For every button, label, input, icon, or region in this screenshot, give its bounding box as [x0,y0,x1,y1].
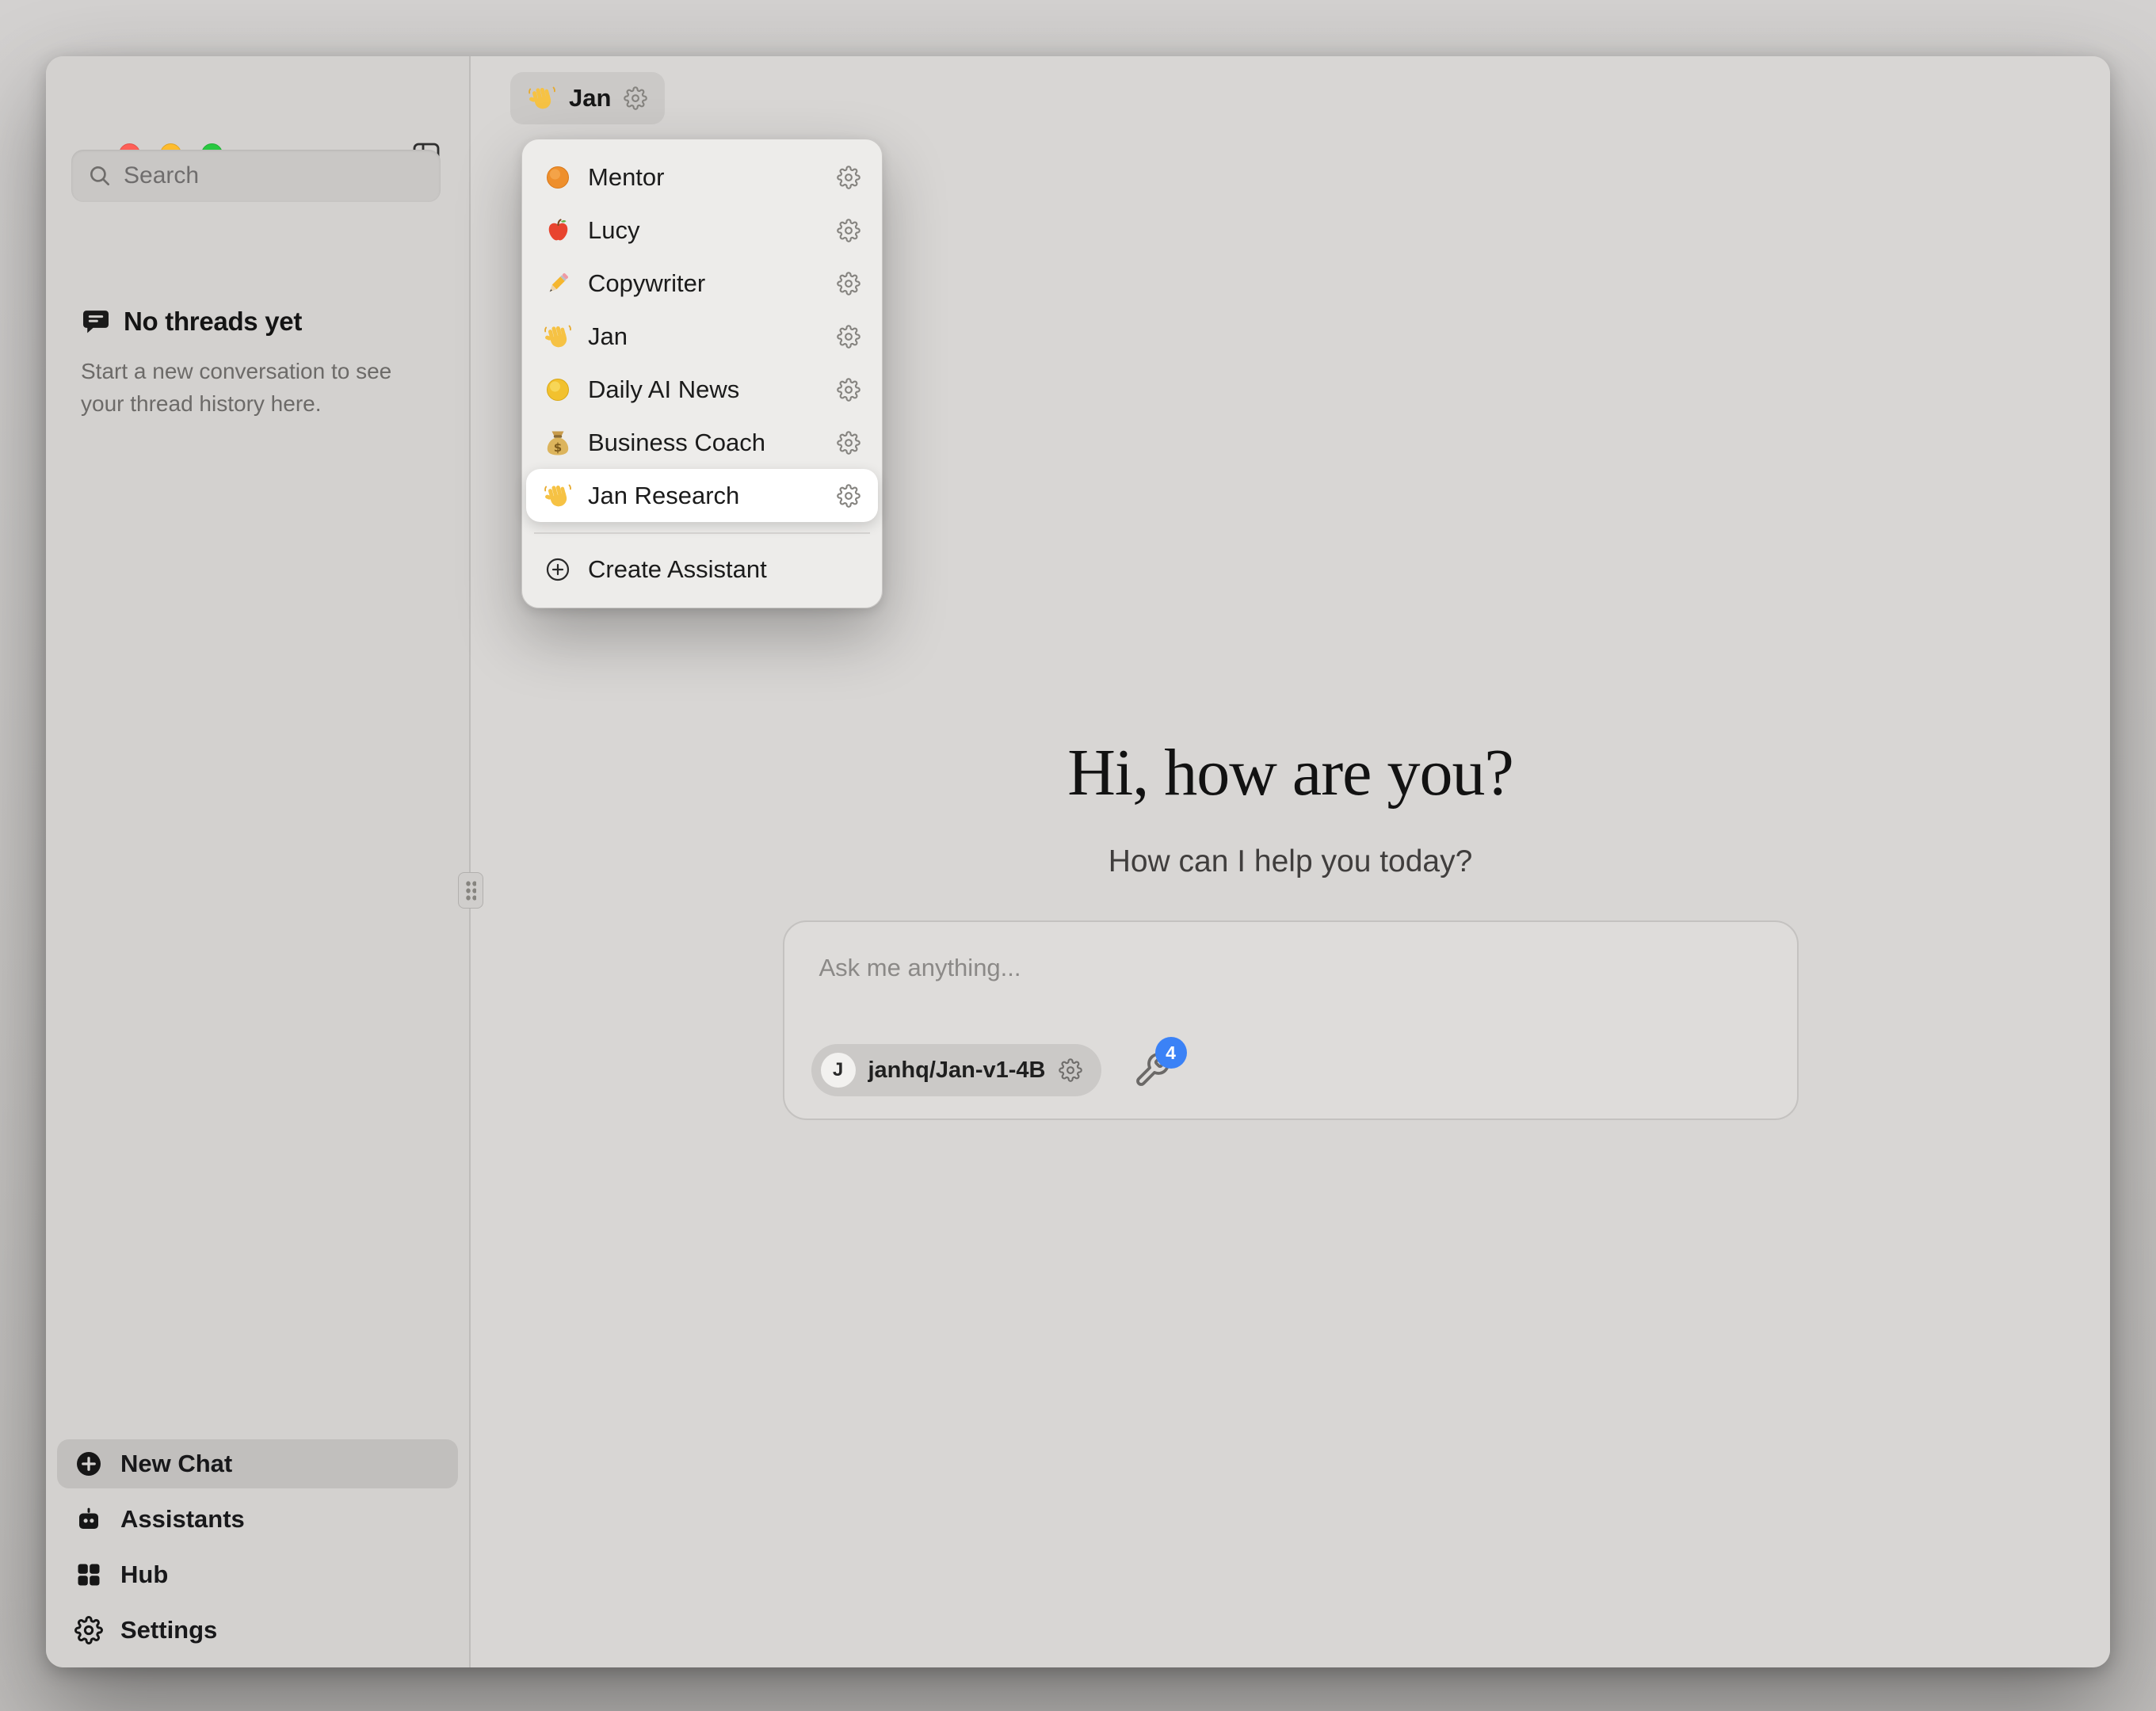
sidebar-item-new-chat[interactable]: New Chat [57,1439,458,1488]
assistant-dropdown-menu: Mentor Lucy [521,139,883,608]
model-settings-gear-icon[interactable] [1059,1058,1082,1082]
sidebar: No threads yet Start a new conversation … [46,56,471,1667]
assistant-selector-chip[interactable]: Jan [510,72,665,124]
waving-hand-icon [544,322,572,351]
orange-circle-icon [544,163,572,192]
composer-toolbar: J janhq/Jan-v1-4B 4 [811,1044,1171,1096]
assistant-item-lucy[interactable]: Lucy [526,204,878,257]
assistant-gear-icon[interactable] [837,431,860,455]
pencil-icon [544,269,572,298]
app-window: No threads yet Start a new conversation … [46,56,2110,1667]
panel-resize-handle[interactable] [458,872,483,909]
chat-bubble-icon [81,307,111,337]
menu-divider [534,532,870,534]
greeting-subtitle: How can I help you today? [471,844,2110,879]
assistant-item-daily-ai-news[interactable]: Daily AI News [526,363,878,416]
model-avatar: J [821,1053,856,1088]
empty-state-title: No threads yet [124,307,302,337]
current-assistant-name: Jan [569,84,611,112]
apple-icon [544,216,572,245]
chat-composer: J janhq/Jan-v1-4B 4 [783,920,1799,1120]
assistants-icon [74,1505,103,1534]
settings-gear-icon [74,1616,103,1644]
assistant-gear-icon[interactable] [837,484,860,508]
model-selector[interactable]: J janhq/Jan-v1-4B [811,1044,1101,1096]
sidebar-item-hub[interactable]: Hub [57,1550,458,1599]
nav-label: New Chat [120,1450,232,1478]
model-name: janhq/Jan-v1-4B [868,1057,1046,1084]
plus-circle-icon [544,555,572,584]
assistant-label: Business Coach [588,429,765,457]
yellow-circle-icon [544,375,572,404]
desktop: { "window": { "sidebar": { "search": { "… [0,0,2156,1711]
assistant-label: Jan [588,322,628,351]
assistant-label: Daily AI News [588,375,739,404]
assistant-label: Lucy [588,216,639,245]
hub-grid-icon [74,1560,103,1589]
assistant-gear-icon[interactable] [837,272,860,295]
assistant-item-jan[interactable]: Jan [526,310,878,363]
sidebar-bottom-nav: New Chat Assistants Hub [57,1439,458,1655]
assistant-settings-gear-icon[interactable] [624,86,647,110]
nav-label: Settings [120,1616,217,1644]
chat-input[interactable] [784,922,1797,998]
assistant-item-business-coach[interactable]: $ Business Coach [526,416,878,469]
nav-label: Assistants [120,1505,245,1534]
money-bag-icon: $ [544,429,572,457]
greeting-title: Hi, how are you? [471,734,2110,811]
plus-circle-filled-icon [74,1450,103,1478]
tools-button[interactable]: 4 [1133,1051,1171,1089]
wrench-icon [1133,1079,1171,1092]
assistant-gear-icon[interactable] [837,325,860,349]
create-assistant-button[interactable]: Create Assistant [526,544,878,595]
create-assistant-label: Create Assistant [588,555,767,584]
nav-label: Hub [120,1560,168,1589]
search-icon [87,163,113,189]
waving-hand-icon [544,482,572,510]
waving-hand-icon [528,84,556,112]
assistant-gear-icon[interactable] [837,219,860,242]
greeting-block: Hi, how are you? How can I help you toda… [471,734,2110,879]
threads-empty-state: No threads yet Start a new conversation … [81,307,453,420]
search-input[interactable] [124,162,425,189]
search-box [71,150,441,202]
assistant-gear-icon[interactable] [837,166,860,189]
assistant-gear-icon[interactable] [837,378,860,402]
assistant-item-mentor[interactable]: Mentor [526,151,878,204]
sidebar-item-settings[interactable]: Settings [57,1606,458,1655]
assistant-label: Mentor [588,163,664,192]
tools-count-badge: 4 [1155,1037,1187,1069]
grip-dots-icon [465,880,476,901]
assistant-label: Jan Research [588,482,739,510]
assistant-item-copywriter[interactable]: Copywriter [526,257,878,310]
assistant-item-jan-research[interactable]: Jan Research [526,469,878,522]
svg-text:$: $ [554,440,562,455]
empty-state-description: Start a new conversation to see your thr… [81,356,437,420]
assistant-label: Copywriter [588,269,705,298]
main-area: Jan Mentor [471,56,2110,1667]
sidebar-item-assistants[interactable]: Assistants [57,1495,458,1544]
